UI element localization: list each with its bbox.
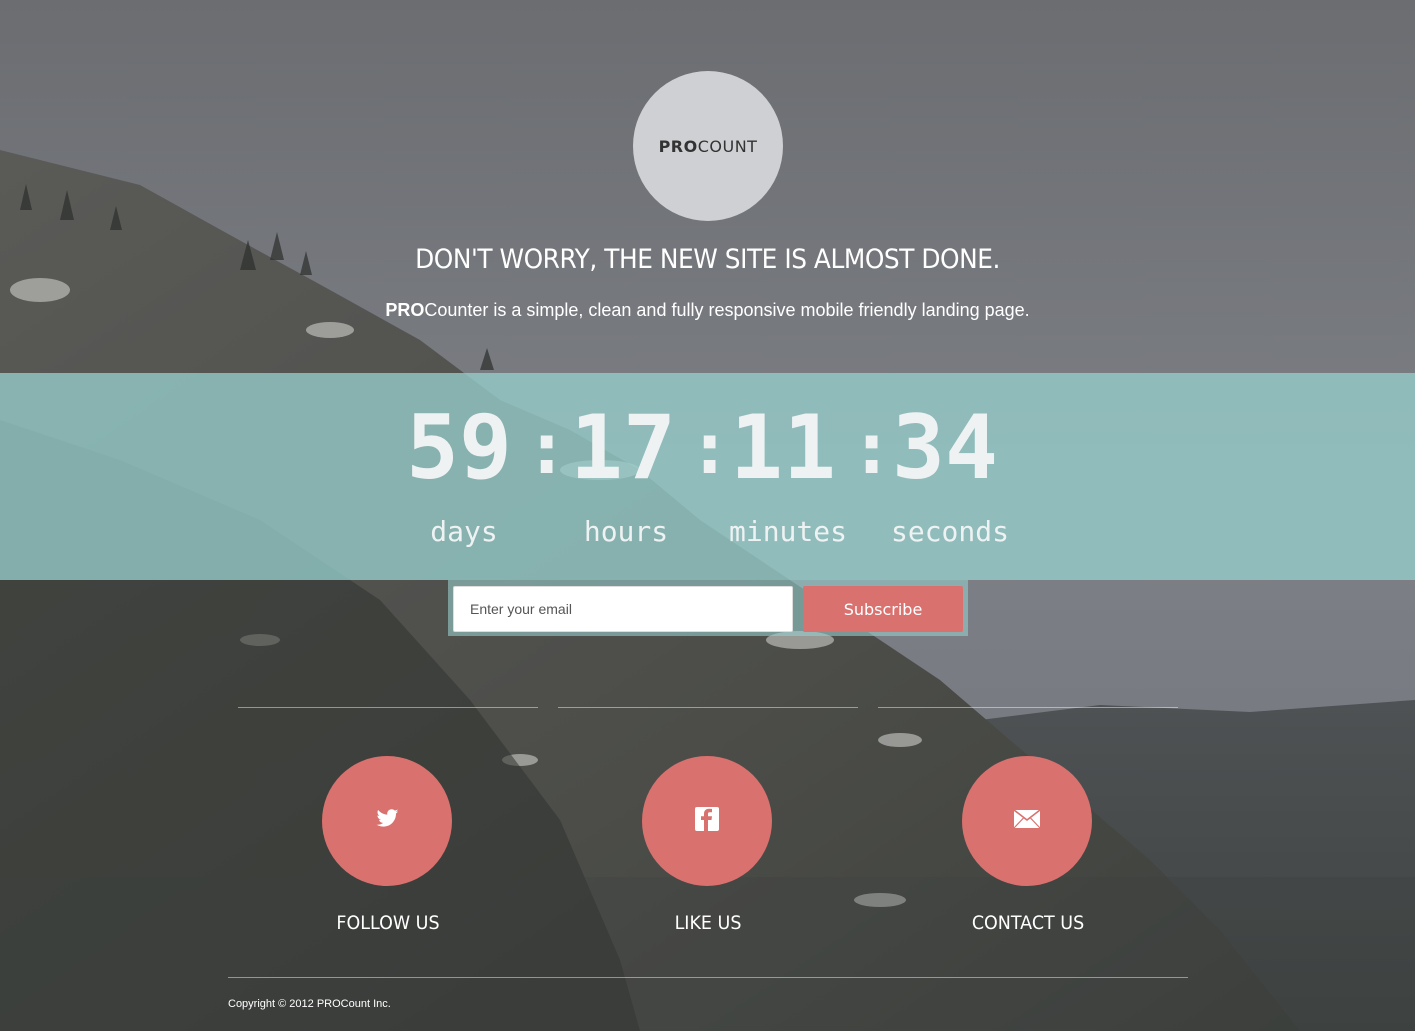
twitter-icon bbox=[372, 807, 402, 836]
countdown-minutes: 11 bbox=[730, 396, 836, 499]
headline: DON'T WORRY, THE NEW SITE IS ALMOST DONE… bbox=[415, 244, 1000, 275]
divider bbox=[878, 707, 1178, 708]
logo-text: PROCOUNT bbox=[659, 137, 758, 156]
contact-us-button[interactable] bbox=[962, 756, 1092, 886]
countdown-separator: : bbox=[850, 406, 894, 490]
like-us-label[interactable]: LIKE US bbox=[598, 912, 819, 934]
tagline-bold: PRO bbox=[385, 300, 425, 320]
facebook-icon bbox=[694, 806, 720, 837]
countdown-seconds-label: seconds bbox=[890, 515, 1009, 548]
mail-icon bbox=[1013, 808, 1041, 834]
tagline: PROCounter is a simple, clean and fully … bbox=[0, 300, 1415, 321]
follow-us-label[interactable]: FOLLOW US bbox=[278, 912, 499, 934]
divider bbox=[238, 707, 538, 708]
tagline-rest: Counter is a simple, clean and fully res… bbox=[424, 300, 1030, 320]
countdown-minutes-label: minutes bbox=[728, 515, 847, 548]
logo: PROCOUNT bbox=[633, 71, 783, 221]
countdown-days-label: days bbox=[430, 515, 498, 548]
copyright-text: Copyright © 2012 PROCount Inc. bbox=[228, 998, 391, 1010]
countdown-hours: 17 bbox=[570, 396, 676, 499]
countdown-seconds: 34 bbox=[892, 396, 998, 499]
email-field[interactable] bbox=[453, 586, 793, 632]
countdown-separator: : bbox=[688, 406, 732, 490]
countdown-hours-label: hours bbox=[583, 515, 669, 548]
countdown-separator: : bbox=[525, 406, 569, 490]
divider bbox=[558, 707, 858, 708]
logo-text-bold: PRO bbox=[658, 136, 698, 156]
contact-us-label[interactable]: CONTACT US bbox=[918, 912, 1139, 934]
countdown-days: 59 bbox=[406, 396, 512, 499]
like-us-button[interactable] bbox=[642, 756, 772, 886]
subscribe-button[interactable]: Subscribe bbox=[803, 586, 963, 632]
logo-text-regular: COUNT bbox=[697, 136, 758, 156]
footer-divider bbox=[228, 977, 1188, 978]
follow-us-button[interactable] bbox=[322, 756, 452, 886]
